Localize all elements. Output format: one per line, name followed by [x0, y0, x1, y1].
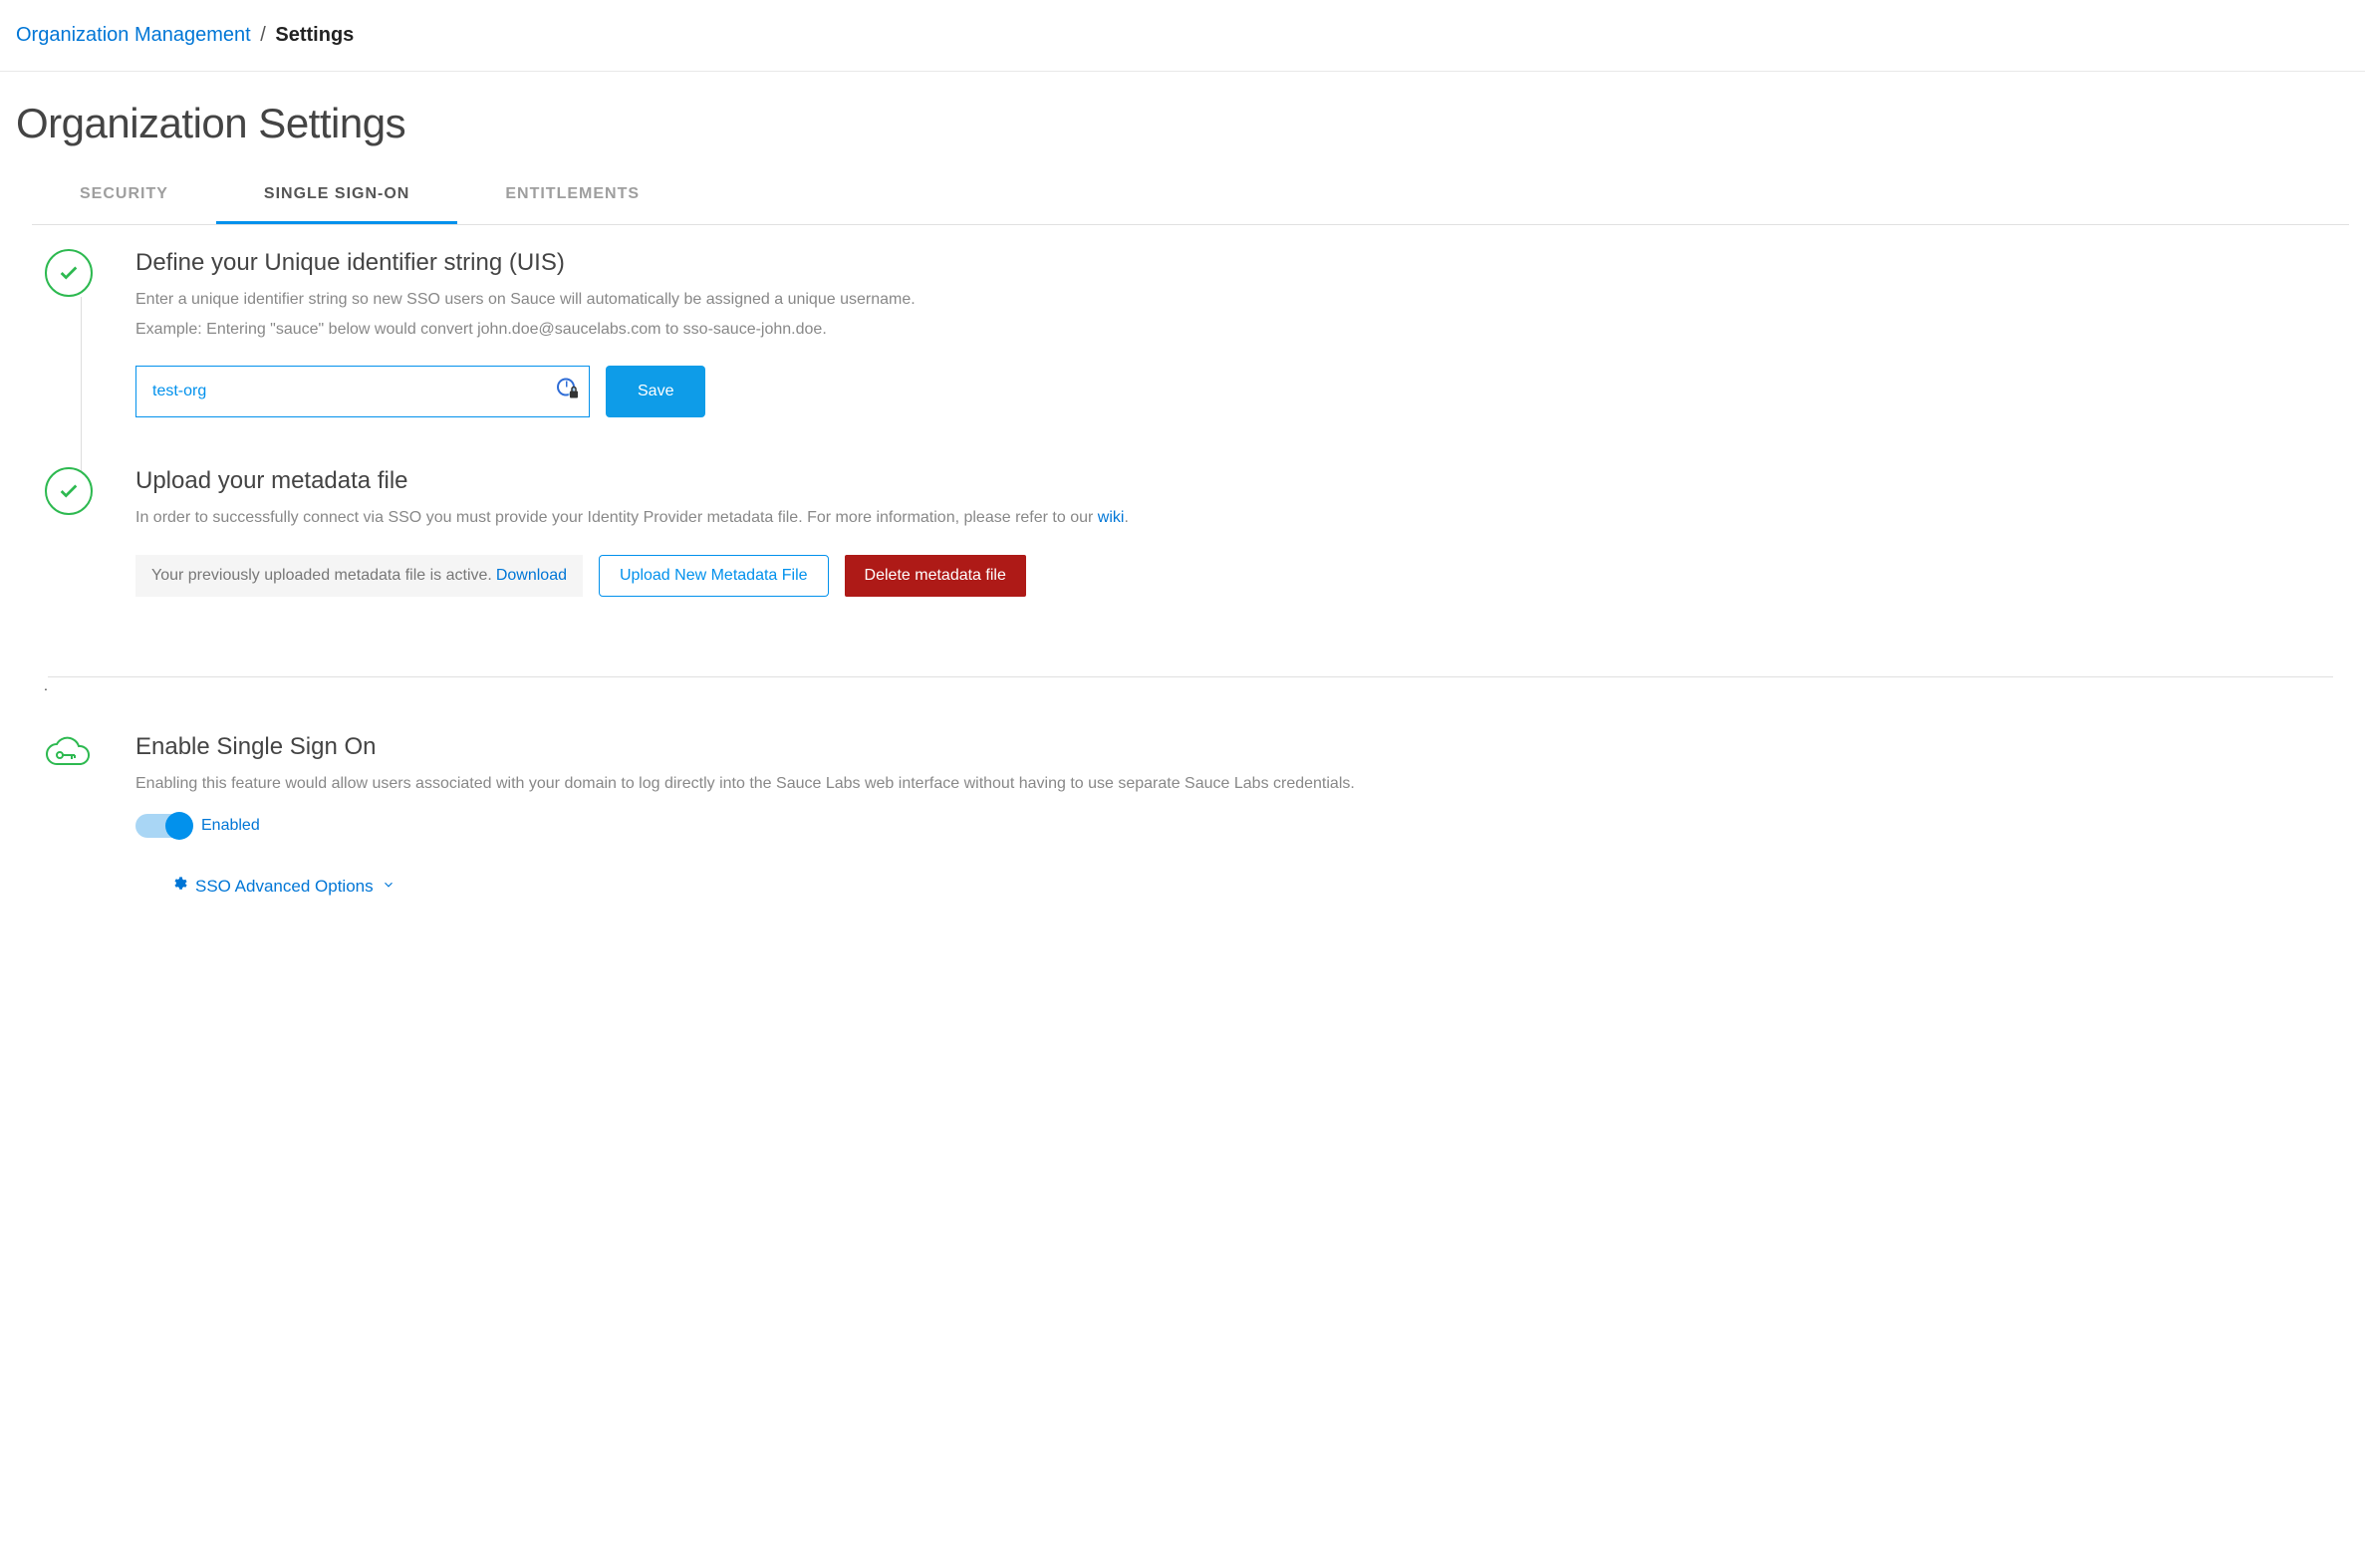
tab-security[interactable]: SECURITY	[32, 167, 216, 224]
metadata-row: Your previously uploaded metadata file i…	[135, 555, 2349, 597]
tab-single-sign-on[interactable]: SINGLE SIGN-ON	[216, 167, 457, 224]
step-uis: Define your Unique identifier string (UI…	[16, 249, 2349, 467]
period-marker: .	[16, 677, 2349, 693]
save-button[interactable]: Save	[606, 366, 705, 417]
step-uis-desc1: Enter a unique identifier string so new …	[135, 287, 2349, 313]
cloud-key-icon	[41, 733, 97, 773]
sso-toggle-label: Enabled	[201, 817, 260, 835]
check-circle-icon	[45, 467, 93, 515]
sso-enable-toggle[interactable]	[135, 814, 191, 838]
password-manager-lock-icon	[556, 378, 580, 406]
step-icon-column	[16, 249, 96, 297]
breadcrumb-current: Settings	[275, 24, 354, 46]
step-metadata: Upload your metadata file In order to su…	[16, 467, 2349, 647]
step-body: Upload your metadata file In order to su…	[96, 467, 2349, 647]
tabs: SECURITY SINGLE SIGN-ON ENTITLEMENTS	[32, 167, 2349, 225]
content-area: Define your Unique identifier string (UI…	[0, 225, 2365, 956]
metadata-desc-suffix: .	[1124, 509, 1128, 526]
step-body: Enable Single Sign On Enabling this feat…	[96, 733, 2349, 917]
step-enable-sso: Enable Single Sign On Enabling this feat…	[16, 733, 2349, 917]
delete-metadata-button[interactable]: Delete metadata file	[845, 555, 1026, 597]
sso-advanced-options[interactable]: SSO Advanced Options	[171, 876, 2349, 897]
sso-advanced-label: SSO Advanced Options	[195, 877, 374, 897]
breadcrumb-separator: /	[260, 24, 266, 46]
metadata-desc-text: In order to successfully connect via SSO…	[135, 509, 1098, 526]
metadata-status: Your previously uploaded metadata file i…	[135, 555, 583, 597]
metadata-status-text: Your previously uploaded metadata file i…	[151, 567, 492, 585]
chevron-down-icon	[382, 877, 395, 897]
breadcrumb-parent-link[interactable]: Organization Management	[16, 24, 251, 46]
sso-toggle-row: Enabled	[135, 814, 2349, 838]
step-metadata-title: Upload your metadata file	[135, 467, 2349, 495]
step-uis-title: Define your Unique identifier string (UI…	[135, 249, 2349, 277]
uis-input-wrap	[135, 366, 590, 417]
tab-entitlements[interactable]: ENTITLEMENTS	[457, 167, 687, 224]
step-icon-column	[16, 467, 96, 515]
step-uis-desc2: Example: Entering "sauce" below would co…	[135, 317, 2349, 343]
upload-metadata-button[interactable]: Upload New Metadata File	[599, 555, 829, 597]
uis-input-row: Save	[135, 366, 2349, 417]
page-title: Organization Settings	[0, 72, 2365, 159]
step-metadata-desc: In order to successfully connect via SSO…	[135, 505, 2349, 531]
check-circle-icon	[45, 249, 93, 297]
step-body: Define your Unique identifier string (UI…	[96, 249, 2349, 467]
step-enable-desc: Enabling this feature would allow users …	[135, 771, 2349, 797]
toggle-knob	[165, 812, 193, 840]
step-icon-column	[16, 733, 96, 773]
breadcrumb: Organization Management / Settings	[0, 0, 2365, 71]
wiki-link[interactable]: wiki	[1098, 509, 1125, 526]
step-enable-title: Enable Single Sign On	[135, 733, 2349, 761]
gear-icon	[171, 876, 187, 897]
step-connector-line	[81, 297, 82, 479]
download-link[interactable]: Download	[496, 567, 567, 585]
uis-input[interactable]	[135, 366, 590, 417]
